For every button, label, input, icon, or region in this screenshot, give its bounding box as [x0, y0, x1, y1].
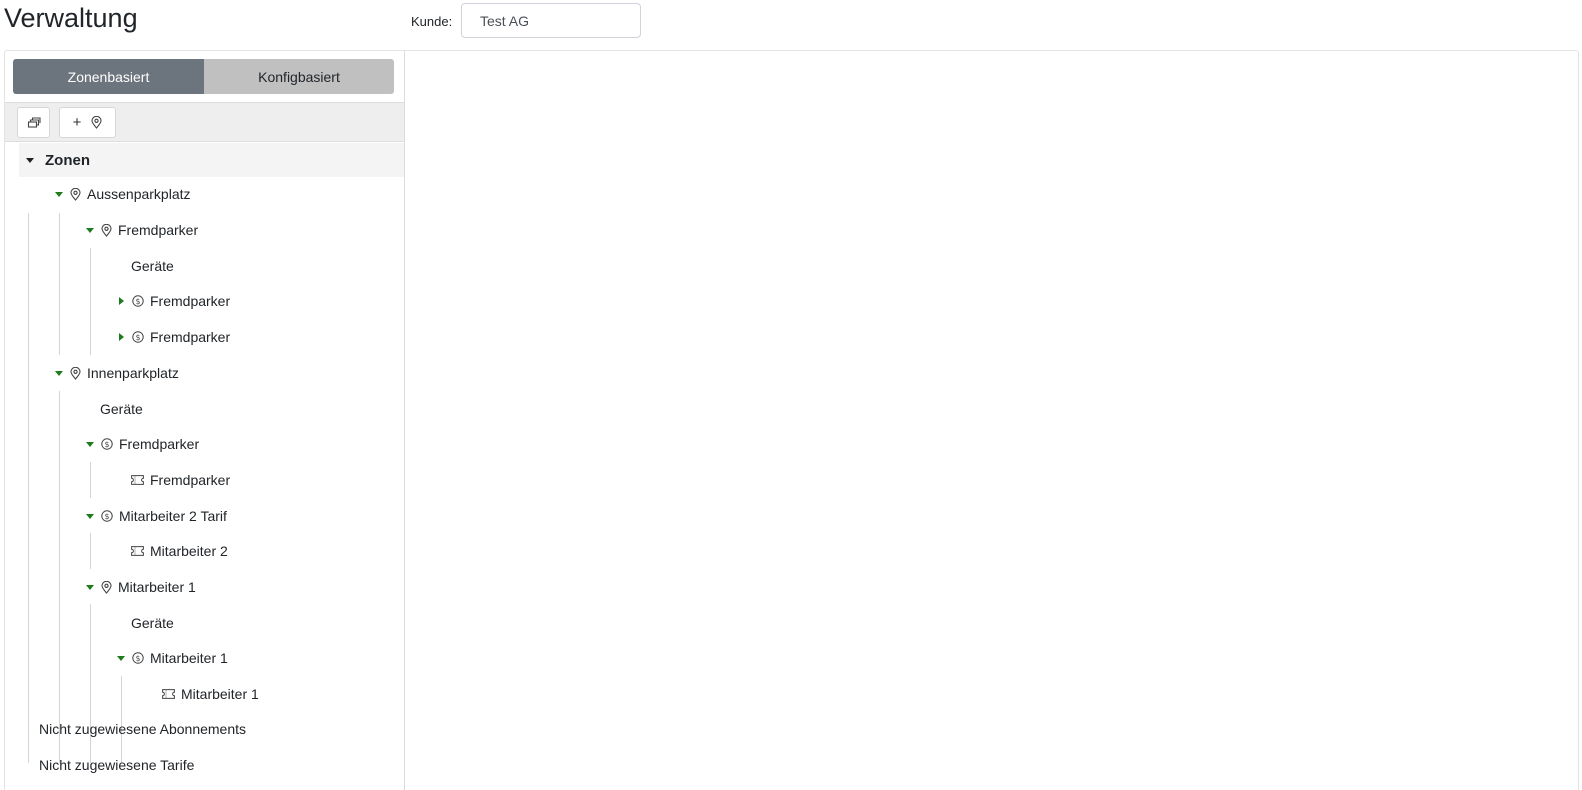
- tree-node[interactable]: $ Mitarbeiter 1: [117, 648, 228, 668]
- caret-down-icon[interactable]: [86, 513, 94, 519]
- tariff-coin-icon: $: [132, 331, 144, 343]
- tree-node-label: Geräte: [100, 401, 143, 417]
- tree-root-label: Zonen: [45, 151, 90, 169]
- tree-node-label: Mitarbeiter 1: [150, 650, 228, 666]
- tree-node[interactable]: Fremdparker: [86, 220, 198, 240]
- tree-guide-line: [59, 391, 60, 763]
- tree-guide-line: [28, 213, 29, 763]
- collapse-all-button[interactable]: [17, 107, 50, 138]
- tree-toolbar: +: [5, 102, 404, 142]
- unassigned-tariffs[interactable]: Nicht zugewiesene Tarife: [39, 757, 194, 773]
- ticket-icon: [131, 475, 144, 485]
- page-title: Verwaltung: [4, 3, 138, 33]
- tree-node-label: Geräte: [131, 258, 174, 274]
- customer-label: Kunde:: [411, 14, 453, 29]
- caret-down-icon[interactable]: [55, 370, 63, 376]
- tree-node-label: Mitarbeiter 1: [118, 579, 196, 595]
- customer-input[interactable]: [461, 3, 641, 38]
- tree-guide-line: [121, 676, 122, 763]
- mode-toggle: Zonenbasiert Konfigbasiert: [13, 59, 394, 94]
- svg-text:$: $: [136, 654, 141, 663]
- tree-guide-line: [90, 604, 91, 763]
- tree-guide-line: [90, 248, 91, 355]
- tree-node-label: Fremdparker: [119, 436, 200, 452]
- tree-node-label: Fremdparker: [150, 329, 231, 345]
- zone-based-tab[interactable]: Zonenbasiert: [13, 59, 204, 94]
- tariff-coin-icon: $: [132, 295, 144, 307]
- tree-node-label: Innenparkplatz: [87, 365, 179, 381]
- add-zone-button[interactable]: +: [59, 107, 116, 138]
- svg-text:$: $: [136, 297, 141, 306]
- detail-panel: [405, 51, 1578, 790]
- tree-node[interactable]: Mitarbeiter 1: [86, 577, 196, 597]
- caret-down-icon[interactable]: [86, 227, 94, 233]
- ticket-icon: [162, 689, 175, 699]
- tariff-coin-icon: $: [101, 510, 113, 522]
- collapse-all-icon: [27, 116, 41, 129]
- location-pin-icon: [70, 187, 81, 201]
- tree-node-devices[interactable]: Geräte: [131, 256, 174, 276]
- tree-node-label: Mitarbeiter 2: [150, 543, 228, 559]
- tree-node[interactable]: Aussenparkplatz: [55, 184, 191, 204]
- tree-node[interactable]: $ Mitarbeiter 2 Tarif: [86, 506, 227, 526]
- location-pin-icon: [91, 116, 102, 129]
- tree-node[interactable]: Innenparkplatz: [55, 363, 179, 383]
- tree-node[interactable]: $ Fremdparker: [86, 434, 199, 454]
- tree-guide-line: [59, 213, 60, 355]
- tariff-coin-icon: $: [101, 438, 113, 450]
- caret-down-icon[interactable]: [117, 655, 125, 661]
- tree-node-label: Mitarbeiter 1: [181, 686, 259, 702]
- tree-node-label: Fremdparker: [150, 293, 231, 309]
- ticket-icon: [131, 546, 144, 556]
- tree-node[interactable]: $ Fremdparker: [119, 291, 230, 311]
- tree-node[interactable]: Mitarbeiter 1: [162, 684, 259, 704]
- location-pin-icon: [101, 223, 112, 237]
- config-based-tab[interactable]: Konfigbasiert: [204, 59, 394, 94]
- tree-node-devices[interactable]: Geräte: [100, 399, 143, 419]
- tree-guide-line: [90, 533, 91, 569]
- plus-icon: +: [72, 114, 82, 131]
- svg-text:$: $: [105, 440, 110, 449]
- tree-node-devices[interactable]: Geräte: [131, 613, 174, 633]
- location-pin-icon: [101, 580, 112, 594]
- tree-node-label: Mitarbeiter 2 Tarif: [119, 508, 227, 524]
- tree-node[interactable]: $ Fremdparker: [119, 327, 230, 347]
- svg-text:$: $: [136, 333, 141, 342]
- tree-node-label: Geräte: [131, 615, 174, 631]
- tree-root-zones[interactable]: Zonen: [19, 143, 404, 177]
- tree-node[interactable]: Fremdparker: [131, 470, 230, 490]
- caret-down-icon[interactable]: [26, 157, 34, 163]
- location-pin-icon: [70, 366, 81, 380]
- tree-node-label: Fremdparker: [150, 472, 231, 488]
- caret-right-icon[interactable]: [119, 297, 124, 305]
- tree-node-label: Fremdparker: [118, 222, 199, 238]
- tariff-coin-icon: $: [132, 652, 144, 664]
- unassigned-subscriptions[interactable]: Nicht zugewiesene Abonnements: [39, 721, 246, 737]
- main-frame: Zonenbasiert Konfigbasiert + Zonen Ausse…: [4, 50, 1579, 790]
- svg-text:$: $: [105, 512, 110, 521]
- tree-node-label: Aussenparkplatz: [87, 186, 191, 202]
- caret-right-icon[interactable]: [119, 333, 124, 341]
- caret-down-icon[interactable]: [86, 441, 94, 447]
- tree-node[interactable]: Mitarbeiter 2: [131, 541, 228, 561]
- caret-down-icon[interactable]: [86, 584, 94, 590]
- tree-panel: Zonenbasiert Konfigbasiert + Zonen Ausse…: [5, 51, 405, 790]
- tree-guide-line: [90, 462, 91, 498]
- caret-down-icon[interactable]: [55, 191, 63, 197]
